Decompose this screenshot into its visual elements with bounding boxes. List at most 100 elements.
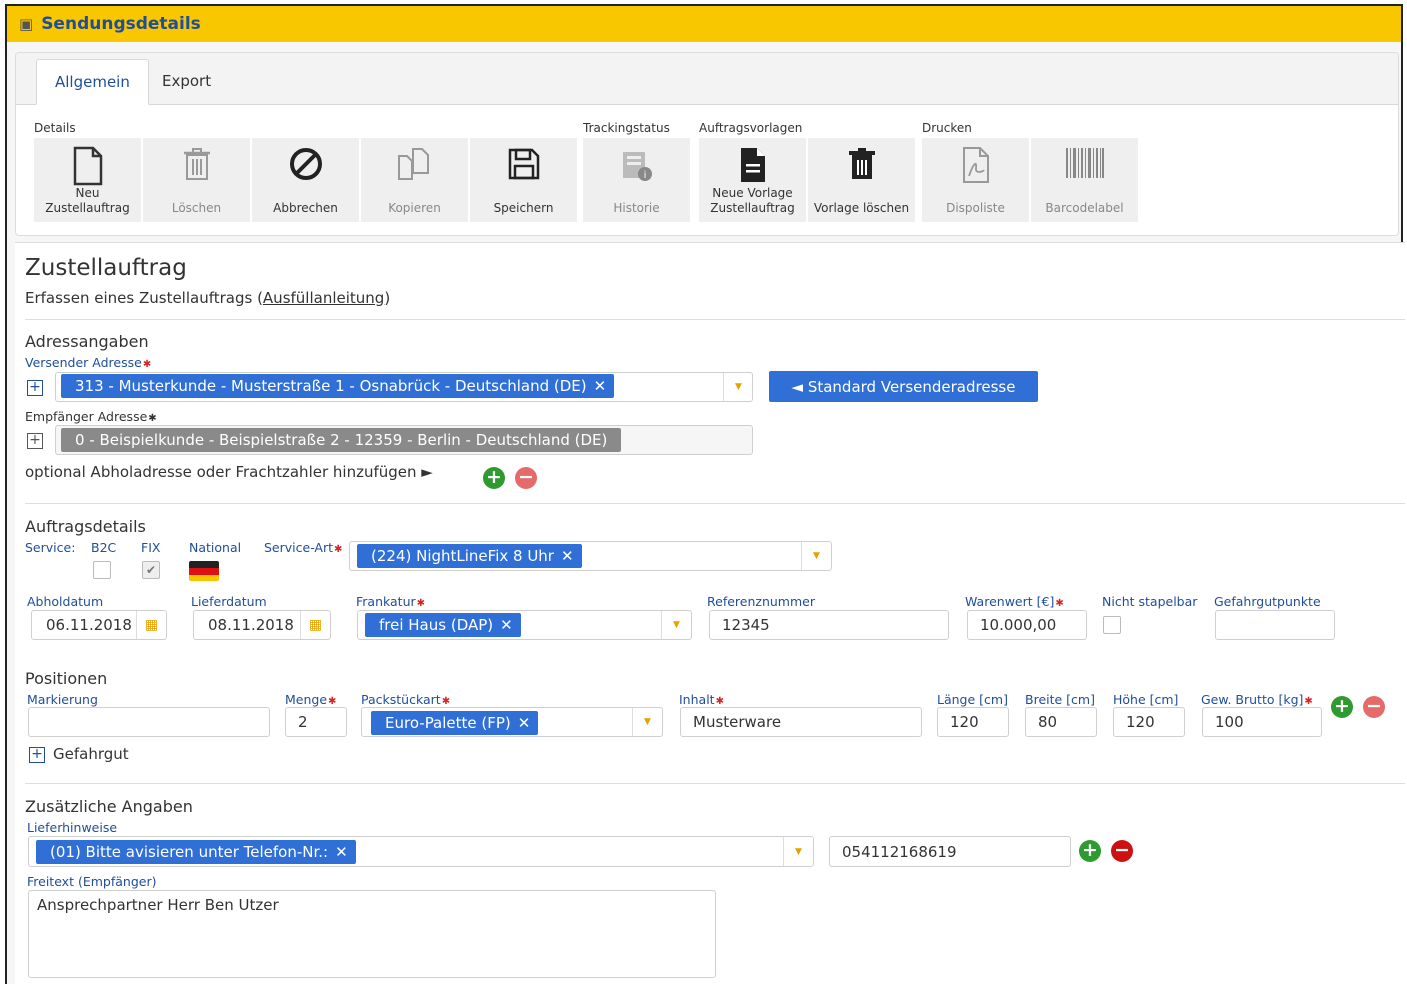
divider [25, 319, 1405, 320]
content-label: Inhalt✱ [679, 692, 724, 707]
fix-checkbox[interactable]: ✔ [142, 561, 160, 579]
package-type-label: Packstückart✱ [361, 692, 451, 707]
history-button[interactable]: i Historie [583, 138, 691, 222]
chevron-down-icon[interactable]: ▼ [661, 611, 691, 639]
calendar-icon[interactable]: ▦ [300, 611, 330, 639]
tab-export[interactable]: Export [144, 59, 229, 105]
hazmat-points-input[interactable] [1215, 610, 1335, 640]
width-input[interactable]: 80 [1025, 707, 1097, 737]
reference-number-input[interactable]: 12345 [709, 610, 949, 640]
not-stackable-label: Nicht stapelbar [1102, 594, 1198, 609]
tab-bar: Allgemein Export [16, 53, 1398, 105]
ribbon: Allgemein Export Details Trackingstatus … [15, 52, 1399, 236]
calendar-icon[interactable]: ▦ [136, 611, 166, 639]
delete-button[interactable]: Löschen [143, 138, 251, 222]
remove-note-icon[interactable]: − [1111, 840, 1133, 862]
copy-button[interactable]: Kopieren [361, 138, 469, 222]
new-order-button[interactable]: Neu Zustellauftrag [34, 138, 142, 222]
tab-allgemein[interactable]: Allgemein [36, 59, 149, 105]
copy-icon [361, 146, 468, 182]
chevron-down-icon[interactable]: ▼ [632, 708, 662, 736]
phone-number-input[interactable]: 054112168619 [829, 836, 1071, 867]
history-icon: i [583, 146, 690, 184]
window-title: Sendungsdetails [41, 14, 201, 34]
add-address-icon[interactable]: + [483, 467, 505, 489]
b2c-checkbox[interactable] [93, 561, 111, 579]
expand-sender-icon[interactable]: + [27, 380, 43, 396]
content-input[interactable]: Musterware [680, 707, 922, 737]
divider [25, 783, 1405, 784]
expand-recipient-icon[interactable]: + [27, 433, 43, 449]
page-title: Zustellauftrag [25, 255, 187, 281]
height-label: Höhe [cm] [1113, 692, 1179, 707]
quantity-label: Menge✱ [285, 692, 337, 707]
free-text-label: Freitext (Empfänger) [27, 874, 157, 889]
cancel-icon [252, 146, 359, 182]
form-content: Zustellauftrag Erfassen eines Zustellauf… [15, 242, 1405, 990]
chevron-down-icon[interactable]: ▼ [783, 837, 813, 866]
expand-hazmat-icon[interactable]: + [29, 747, 45, 763]
freight-terms-chip: frei Haus (DAP) ✕ [365, 613, 521, 637]
chevron-down-icon[interactable]: ▼ [801, 542, 831, 570]
remove-chip-icon[interactable]: ✕ [518, 714, 531, 732]
remove-chip-icon[interactable]: ✕ [561, 547, 574, 565]
new-template-button[interactable]: Neue Vorlage Zustellauftrag [699, 138, 807, 222]
remove-chip-icon[interactable]: ✕ [500, 616, 513, 634]
save-button[interactable]: Speichern [470, 138, 578, 222]
marking-label: Markierung [27, 692, 98, 707]
package-type-chip: Euro-Palette (FP) ✕ [371, 711, 539, 735]
sender-address-chip: 313 - Musterkunde - Musterstraße 1 - Osn… [61, 374, 615, 398]
trash-icon [808, 146, 915, 182]
hazmat-toggle[interactable]: Gefahrgut [53, 745, 129, 763]
germany-flag-icon [189, 561, 219, 581]
service-label: Service: [25, 540, 76, 555]
add-position-icon[interactable]: + [1331, 696, 1353, 718]
pickup-date-label: Abholdatum [27, 594, 104, 609]
fill-guide-link[interactable]: Ausfüllanleitung [263, 289, 384, 307]
template-document-icon [699, 146, 806, 184]
standard-sender-address-button[interactable]: ◄ Standard Versenderadresse [769, 371, 1038, 402]
chevron-down-icon[interactable]: ▼ [723, 373, 753, 401]
length-input[interactable]: 120 [937, 707, 1009, 737]
save-icon [470, 146, 577, 182]
address-heading: Adressangaben [25, 332, 149, 351]
delete-template-button[interactable]: Vorlage löschen [808, 138, 916, 222]
b2c-label: B2C [91, 540, 117, 555]
positions-heading: Positionen [25, 669, 108, 688]
recipient-address-chip: 0 - Beispielkunde - Beispielstraße 2 - 1… [61, 428, 622, 452]
free-text-textarea[interactable]: Ansprechpartner Herr Ben Utzer [28, 890, 716, 978]
group-label-drucken: Drucken [922, 121, 972, 135]
remove-position-icon[interactable]: − [1363, 696, 1385, 718]
service-type-label: Service-Art✱ [264, 540, 343, 555]
goods-value-label: Warenwert [€]✱ [965, 594, 1064, 609]
hazmat-points-label: Gefahrgutpunkte [1214, 594, 1321, 609]
service-type-chip: (224) NightLineFix 8 Uhr ✕ [357, 544, 582, 568]
barcode-label-button[interactable]: Barcodelabel [1031, 138, 1139, 222]
quantity-input[interactable]: 2 [285, 707, 347, 737]
barcode-icon [1031, 146, 1138, 180]
cancel-button[interactable]: Abbrechen [252, 138, 360, 222]
remove-address-icon[interactable]: − [515, 467, 537, 489]
delivery-date-label: Lieferdatum [191, 594, 267, 609]
delivery-notes-label: Lieferhinweise [27, 820, 118, 835]
freight-terms-label: Frankatur✱ [356, 594, 426, 609]
remove-chip-icon[interactable]: ✕ [594, 377, 607, 395]
window: ▣ Sendungsdetails Allgemein Export Detai… [5, 4, 1405, 990]
height-input[interactable]: 120 [1113, 707, 1185, 737]
add-note-icon[interactable]: + [1079, 840, 1101, 862]
gross-weight-input[interactable]: 100 [1202, 707, 1322, 737]
sender-address-label: Versender Adresse✱ [25, 355, 152, 370]
dispatch-list-button[interactable]: Dispoliste [922, 138, 1030, 222]
fix-label: FIX [141, 540, 161, 555]
goods-value-input[interactable]: 10.000,00 [967, 610, 1087, 640]
pdf-icon [922, 146, 1029, 184]
remove-chip-icon[interactable]: ✕ [335, 843, 348, 861]
box-icon: ▣ [19, 15, 34, 33]
group-label-details: Details [34, 121, 76, 135]
group-label-tracking: Trackingstatus [583, 121, 670, 135]
gross-weight-label: Gew. Brutto [kg]✱ [1201, 692, 1313, 707]
marking-input[interactable] [28, 707, 270, 737]
not-stackable-checkbox[interactable] [1103, 616, 1121, 634]
optional-address-text: optional Abholadresse oder Frachtzahler … [25, 463, 433, 481]
delivery-notes-chip: (01) Bitte avisieren unter Telefon-Nr.: ✕ [36, 840, 356, 864]
